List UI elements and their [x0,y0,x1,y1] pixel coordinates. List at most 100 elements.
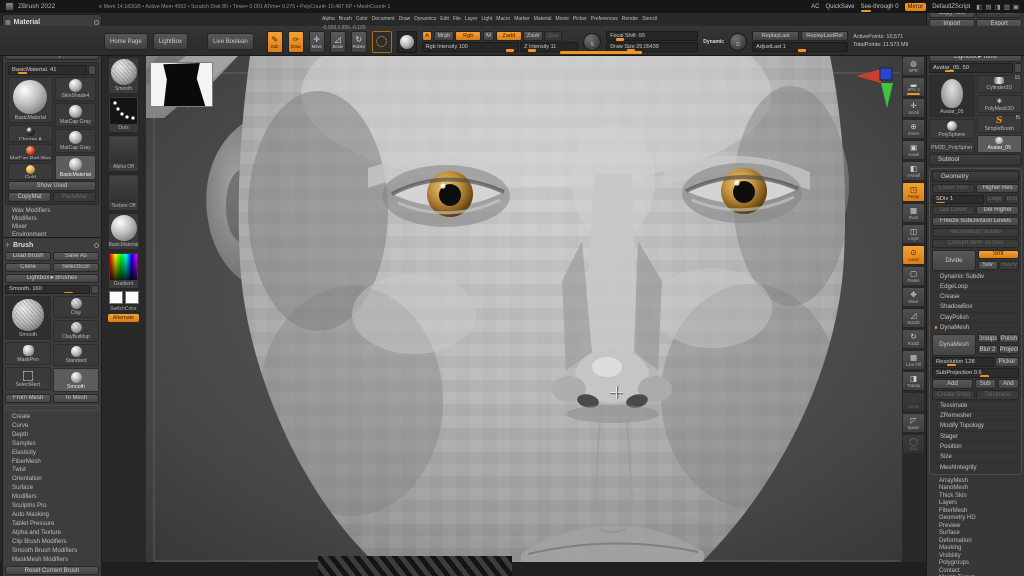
brush-subsection-header[interactable]: Surface [5,484,99,493]
brush-subsection-header[interactable]: Tablet Pressure [5,520,99,529]
brush-subsection-header[interactable]: Clip Brush Modifiers [5,538,99,547]
suv-button[interactable]: Suv [978,261,998,271]
collapsed-slider[interactable] [5,405,99,411]
rotate-button[interactable]: ↻Rotate [351,31,367,53]
show-used-button[interactable]: Show Used [8,181,96,191]
menu-item[interactable]: Color [356,16,368,22]
brush-subsection-header[interactable]: Alpha and Texture [5,529,99,538]
tool-section-header[interactable]: Deformation [929,538,1022,546]
sdiv-slider[interactable]: SDiv 1 [932,195,984,205]
material-thumb-matcap-gray-2[interactable]: MatCap Gray [55,129,96,153]
stroke-type-thumbnail[interactable]: Dots [108,96,139,133]
material-thumb-matcap-gray-1[interactable]: MatCap Gray [55,103,96,127]
replay-last-button[interactable]: ReplayLast [752,31,799,41]
brush-subsection-header[interactable]: Twist [5,466,99,475]
menu-item[interactable]: Material [534,16,552,22]
alpha-thumbnail[interactable]: Alpha Off [108,135,139,172]
material-sphere-icon[interactable] [397,31,417,53]
blur-button[interactable]: Blur 2 [978,345,998,355]
and-button[interactable]: And [998,379,1020,389]
tool-section-header[interactable]: Masking [929,545,1022,553]
brush-subsection-header[interactable]: FiberMesh [5,458,99,467]
right-shelf-button[interactable]: ◍ BPR [902,56,925,76]
draw-button[interactable]: ✑Draw [288,31,304,53]
tool-section-header[interactable]: Preview [929,523,1022,531]
menu-item[interactable]: Dynamics [414,16,436,22]
switch-color-label[interactable]: SwitchColor [110,306,137,312]
dock-icon[interactable]: ◨ [995,3,1001,11]
brush-subsection-header[interactable]: Orientation [5,475,99,484]
claypolish-header[interactable]: ClayPolish [932,312,1019,322]
camera-axis-gizmo[interactable] [854,63,900,114]
brush-subsection-header[interactable]: Curve [5,422,99,431]
right-shelf-button[interactable]: ✥ Move [902,287,925,307]
mode-a-button[interactable]: A [422,31,433,41]
geometry-subsection-header[interactable]: MeshIntegrity [932,462,1019,472]
dock-icon[interactable]: ▥ [1004,3,1010,11]
material-thumb-basicmaterial-selected[interactable]: BasicMaterial [55,155,96,180]
palette-pin-icon[interactable] [94,20,99,25]
brush-restore-button[interactable] [91,285,99,295]
paste-mat-button[interactable]: PasteMat [53,192,96,202]
tool-thumb-polymesh3d[interactable]: ✶PolyMesh3D [977,95,1023,113]
right-shelf-button[interactable]: ▂ SPix 3 [902,77,925,97]
to-mesh-button[interactable]: To Mesh [53,394,99,404]
save-as-brush-button[interactable]: Save As [53,252,99,262]
geometry-subsection-header[interactable]: Stager [932,431,1019,441]
mirror-button[interactable]: Mirror [905,3,927,11]
move-button[interactable]: ✛Move [309,31,325,53]
menu-item[interactable]: Layer [465,16,478,22]
load-brush-button[interactable]: Load Brush [5,252,51,262]
brush-thumb-standard[interactable]: Standard [53,344,99,366]
default-zscript-button[interactable]: DefaultZScript [932,4,970,10]
polish-button[interactable]: Polish [999,334,1019,344]
lower-res-button[interactable]: Lower Res [932,184,975,194]
menu-item[interactable]: Marker [514,16,530,22]
picker-button[interactable]: Picker [995,357,1019,367]
right-shelf-button[interactable]: ◧ AAHalf [902,161,925,181]
higher-res-button[interactable]: Higher Res [976,184,1019,194]
tool-section-header[interactable]: Layers [929,500,1022,508]
geometry-subsection-header[interactable]: Modify Topology [932,420,1019,430]
focal-shift-slider[interactable]: Focal Shift -55 [606,31,698,41]
dock-icon[interactable]: ▣ [1013,3,1019,11]
live-boolean-button[interactable]: Live Boolean [207,33,254,50]
menu-item[interactable]: Macro [496,16,510,22]
mode-zcut-button[interactable]: Zcut [544,31,562,41]
dynamesh-header[interactable]: DynaMesh [932,322,1019,332]
texture-thumbnail[interactable]: Texture Off [108,174,139,211]
tool-section-header[interactable]: Surface [929,530,1022,538]
clone-brush-button[interactable]: Clone [5,263,51,273]
reconstruct-subdiv-button[interactable]: Reconstruct Subdiv [932,228,1019,238]
menu-item[interactable]: Brush [339,16,352,22]
brush-subsection-header[interactable]: Modifiers [5,493,99,502]
brush-subsection-header[interactable]: Auto Masking [5,511,99,520]
geometry-subsection-header[interactable]: Size [932,451,1019,461]
brush-thumb-claybuildup[interactable]: ClayBuildup [53,320,99,342]
brush-palette-header[interactable]: ✛ Brush [5,240,99,250]
menu-item[interactable]: Light [481,16,492,22]
menu-item[interactable]: Alpha [322,16,335,22]
geometry-subsection-header[interactable]: Position [932,441,1019,451]
right-shelf-button[interactable]: ◨ Transp [902,371,925,391]
adjust-last-slider[interactable]: AdjustLast 1 [752,42,848,52]
menu-item[interactable]: Movie [556,16,569,22]
geometry-subsection-header[interactable]: Tessimate [932,400,1019,410]
shadowbox-header[interactable]: ShadowBox [932,301,1019,311]
brush-subsection-header[interactable]: MaskMesh Modifiers [5,556,99,565]
reset-current-brush-button[interactable]: Reset Current Brush [5,566,99,576]
stroke-circle-icon[interactable]: S [583,33,601,51]
color-picker[interactable]: Gradient [108,252,139,289]
subprojection-slider[interactable]: SubProjection 0.6 [932,368,1019,378]
tool-section-header[interactable]: Visibility [929,553,1022,561]
crease-header[interactable]: Crease [932,291,1019,301]
edit-button[interactable]: ✎Edit [267,31,283,53]
brush-selector-slider[interactable]: Smooth. 160 [5,285,90,295]
cage-button[interactable]: Cage [986,195,1004,205]
replay-last-rel-button[interactable]: ReplayLastRel [801,31,848,41]
right-shelf-button[interactable]: ▦ Floor [902,203,925,223]
right-shelf-button[interactable]: ◿ Sca3D [902,308,925,328]
smt-button[interactable]: Smt [978,250,1020,260]
project-button[interactable]: Project [999,345,1019,355]
quicksave-button[interactable]: QuickSave [825,4,854,10]
